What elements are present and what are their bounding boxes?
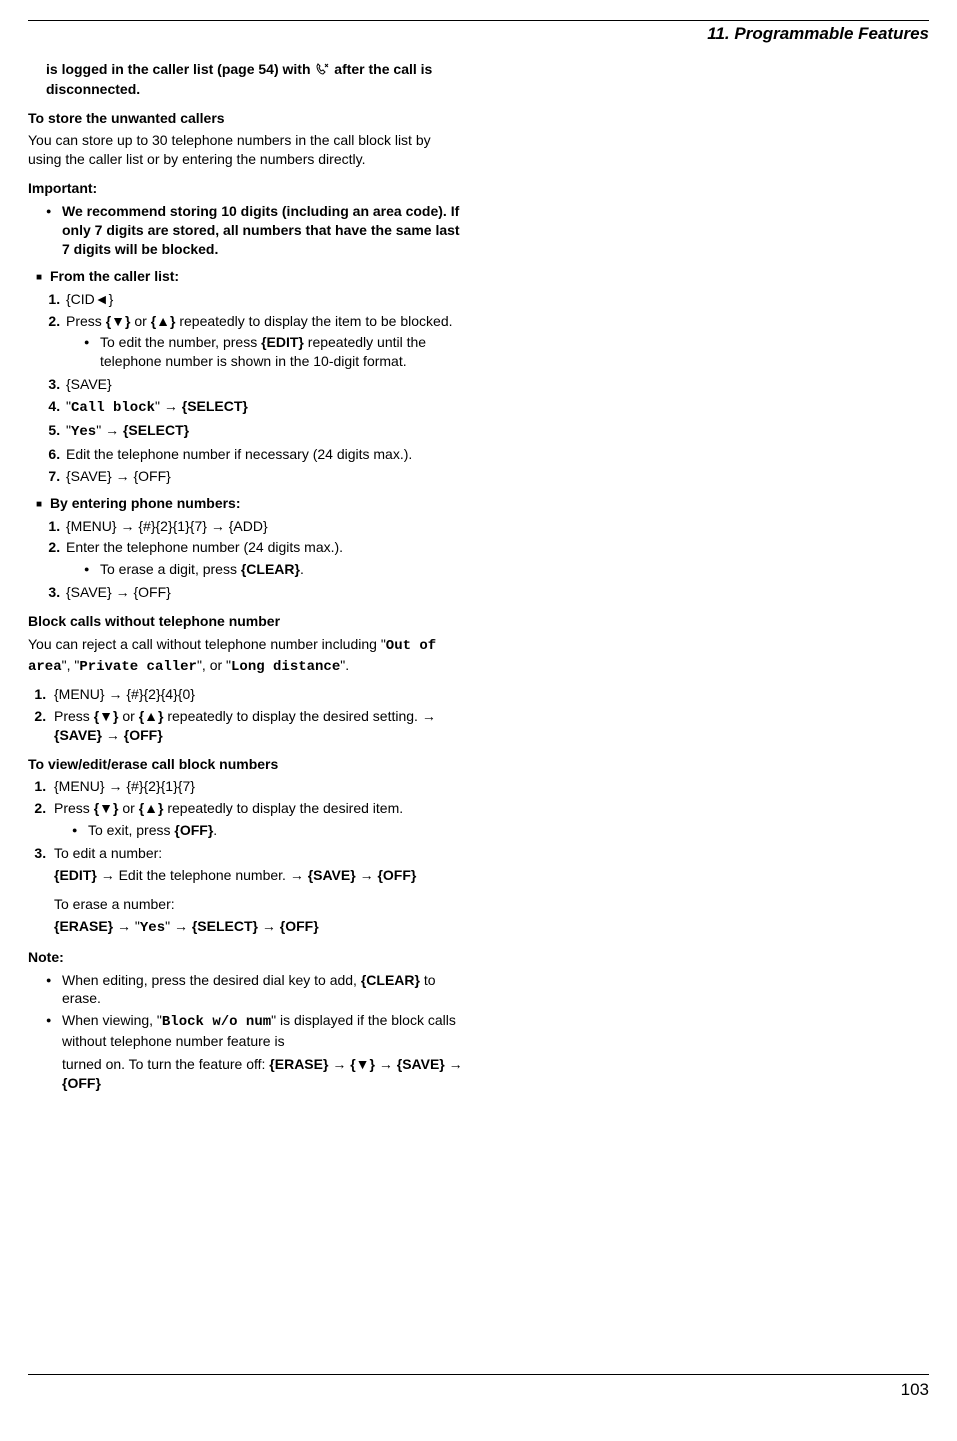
fc-step-4: "Call block" → {SELECT} [64, 397, 464, 418]
block-no-num-steps: {MENU} → {#}{2}{4}{0} Press {▼} or {▲} r… [28, 685, 464, 745]
top-rule [28, 20, 929, 21]
be2-sublist: To erase a digit, press {CLEAR}. [66, 560, 464, 579]
be-step-2: Enter the telephone number (24 digits ma… [64, 538, 464, 579]
col2-continuation: turned on. To turn the feature off: {ERA… [62, 1055, 464, 1093]
handset-blocked-icon [315, 61, 329, 80]
note-2: When viewing, "Block w/o num" is display… [46, 1011, 464, 1051]
fc-step-2: Press {▼} or {▲} repeatedly to display t… [64, 312, 464, 372]
ve2-sublist: To exit, press {OFF}. [54, 821, 464, 840]
store-unwanted-head: To store the unwanted callers [28, 109, 464, 128]
fc-step-1: {CID◄} [64, 290, 464, 309]
ve2-sub: To exit, press {OFF}. [72, 821, 464, 840]
note-1: When editing, press the desired dial key… [46, 971, 464, 1009]
ve-step-3: To edit a number: {EDIT} → Edit the tele… [50, 844, 464, 938]
by-entering-steps: {MENU} → {#}{2}{1}{7} → {ADD} Enter the … [28, 517, 464, 603]
fc-step-6: Edit the telephone number if necessary (… [64, 445, 464, 464]
important-label: Important: [28, 179, 464, 198]
from-caller-steps: {CID◄} Press {▼} or {▲} repeatedly to di… [28, 290, 464, 486]
fc-step-5: "Yes" → {SELECT} [64, 421, 464, 442]
fc2-sublist: To edit the number, press {EDIT} repeate… [66, 333, 464, 371]
ve-step-1: {MENU} → {#}{2}{1}{7} [50, 777, 464, 796]
note-label: Note: [28, 948, 464, 967]
intro-paragraph: is logged in the caller list (page 54) w… [46, 60, 464, 99]
view-edit-erase-head: To view/edit/erase call block numbers [28, 755, 464, 774]
note-list: When editing, press the desired dial key… [28, 971, 464, 1052]
footer-rule [28, 1374, 929, 1375]
fc-step-3: {SAVE} [64, 375, 464, 394]
chapter-title: 11. Programmable Features [28, 23, 929, 46]
bn-step-2: Press {▼} or {▲} repeatedly to display t… [50, 707, 464, 745]
store-unwanted-body: You can store up to 30 telephone numbers… [28, 131, 464, 169]
block-no-num-body: You can reject a call without telephone … [28, 635, 464, 677]
important-bullet: We recommend storing 10 digits (includin… [46, 202, 464, 259]
ve-step-2: Press {▼} or {▲} repeatedly to display t… [50, 799, 464, 840]
be2-sub: To erase a digit, press {CLEAR}. [84, 560, 464, 579]
important-list: We recommend storing 10 digits (includin… [28, 202, 464, 259]
fc-step-7: {SAVE} → {OFF} [64, 467, 464, 486]
page-number: 103 [28, 1379, 929, 1402]
from-caller-list-head: From the caller list: [36, 267, 464, 286]
by-entering-head: By entering phone numbers: [36, 494, 464, 513]
be-step-1: {MENU} → {#}{2}{1}{7} → {ADD} [64, 517, 464, 536]
content-columns: is logged in the caller list (page 54) w… [28, 56, 929, 1356]
intro-text-a: is logged in the caller list (page 54) w… [46, 61, 314, 77]
view-edit-erase-steps: {MENU} → {#}{2}{1}{7} Press {▼} or {▲} r… [28, 777, 464, 937]
be-step-3: {SAVE} → {OFF} [64, 583, 464, 602]
fc2-sub: To edit the number, press {EDIT} repeate… [84, 333, 464, 371]
bn-step-1: {MENU} → {#}{2}{4}{0} [50, 685, 464, 704]
block-no-num-head: Block calls without telephone number [28, 612, 464, 631]
